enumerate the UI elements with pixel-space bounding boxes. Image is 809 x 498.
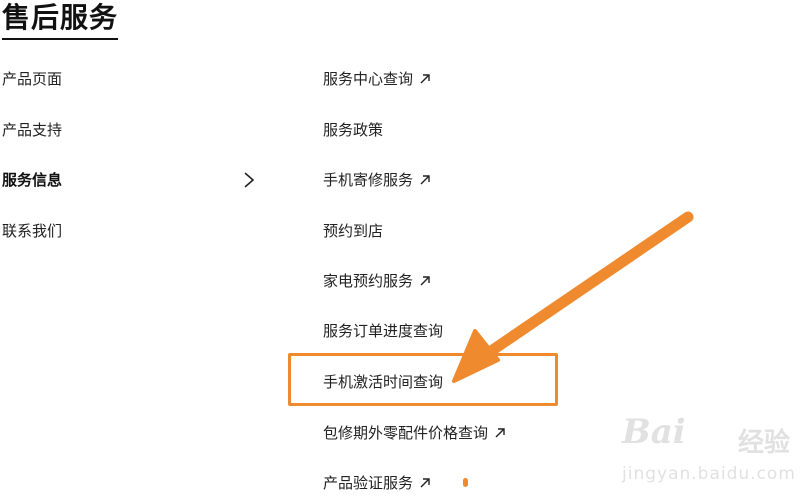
menu-item-phone-mail-repair[interactable]: 手机寄修服务 <box>323 170 431 190</box>
external-link-icon <box>420 276 430 286</box>
menu-item-product-verification[interactable]: 产品验证服务 <box>323 473 431 493</box>
menu-item-label: 服务订单进度查询 <box>323 322 444 340</box>
menu-item-order-progress-query[interactable]: 服务订单进度查询 <box>323 321 443 341</box>
menu-item-label: 手机寄修服务 <box>323 171 414 189</box>
sidebar-item-label: 服务信息 <box>2 171 63 189</box>
sidebar-item-product-page[interactable]: 产品页面 <box>2 69 62 89</box>
external-link-icon <box>420 478 430 488</box>
menu-item-label: 包修期外零配件价格查询 <box>323 424 489 442</box>
page-title: 售后服务 <box>2 1 119 34</box>
menu-item-service-policy[interactable]: 服务政策 <box>323 120 383 140</box>
menu-item-label: 预约到店 <box>323 222 384 240</box>
external-link-icon <box>420 175 430 185</box>
title-underline <box>2 38 118 40</box>
menu-item-parts-price-query[interactable]: 包修期外零配件价格查询 <box>323 423 506 443</box>
sidebar-item-label: 产品支持 <box>2 121 63 139</box>
menu-item-label: 产品验证服务 <box>323 474 414 492</box>
watermark-brand: Bai <box>622 412 686 452</box>
sidebar-item-label: 联系我们 <box>2 222 63 240</box>
watermark: Bai 经验 jingyan.baidu.com <box>616 412 806 492</box>
annotation-dot <box>463 478 468 487</box>
watermark-url: jingyan.baidu.com <box>622 464 796 484</box>
chevron-right-icon[interactable] <box>240 170 258 190</box>
menu-item-label: 服务中心查询 <box>323 70 414 88</box>
menu-item-store-appointment[interactable]: 预约到店 <box>323 221 383 241</box>
sidebar-item-label: 产品页面 <box>2 70 63 88</box>
menu-item-service-center-query[interactable]: 服务中心查询 <box>323 69 431 89</box>
menu-item-label: 家电预约服务 <box>323 272 414 290</box>
sidebar-item-product-support[interactable]: 产品支持 <box>2 120 62 140</box>
menu-item-appliance-appointment[interactable]: 家电预约服务 <box>323 271 431 291</box>
external-link-icon <box>420 74 430 84</box>
external-link-icon <box>495 428 505 438</box>
sidebar-item-contact-us[interactable]: 联系我们 <box>2 221 62 241</box>
sidebar-item-service-info[interactable]: 服务信息 <box>2 170 62 190</box>
highlight-box <box>288 353 558 406</box>
watermark-cn: 经验 <box>738 428 791 458</box>
menu-item-label: 服务政策 <box>323 121 384 139</box>
